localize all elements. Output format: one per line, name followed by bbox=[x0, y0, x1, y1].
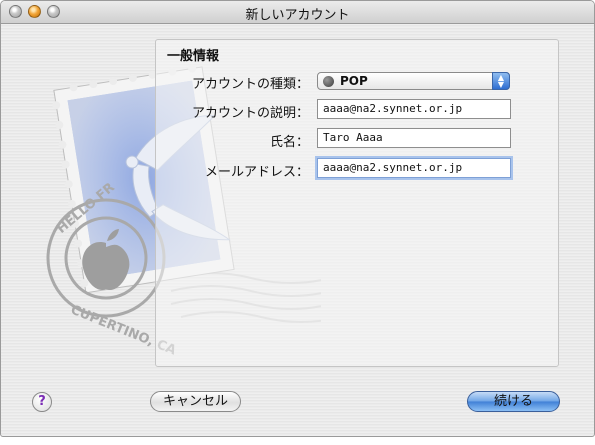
description-field[interactable]: aaaa@na2.synnet.or.jp bbox=[317, 99, 511, 119]
account-type-label: アカウントの種類： bbox=[191, 77, 309, 92]
globe-icon bbox=[323, 76, 334, 87]
full-name-label: 氏名： bbox=[269, 135, 309, 150]
title-bar[interactable]: 新しいアカウント bbox=[1, 1, 594, 24]
window-title: 新しいアカウント bbox=[245, 8, 350, 23]
cancel-button[interactable]: キャンセル bbox=[150, 391, 241, 412]
popup-arrows-icon: ▲ ▼ bbox=[492, 72, 510, 90]
continue-button[interactable]: 続ける bbox=[467, 391, 560, 412]
description-label: アカウントの説明： bbox=[191, 106, 309, 121]
help-button[interactable]: ? bbox=[32, 392, 52, 412]
email-field[interactable]: aaaa@na2.synnet.or.jp bbox=[317, 158, 511, 178]
account-type-popup[interactable]: POP ▲ ▼ bbox=[317, 72, 510, 90]
section-title: 一般情報 bbox=[167, 49, 220, 64]
new-account-window: 新しいアカウント HELLO FR CUPERTINO, CA 一般情報 アカウ… bbox=[0, 0, 595, 437]
email-label: メールアドレス： bbox=[204, 165, 309, 180]
full-name-field[interactable]: Taro Aaaa bbox=[317, 128, 511, 148]
account-type-value: POP bbox=[340, 74, 368, 88]
